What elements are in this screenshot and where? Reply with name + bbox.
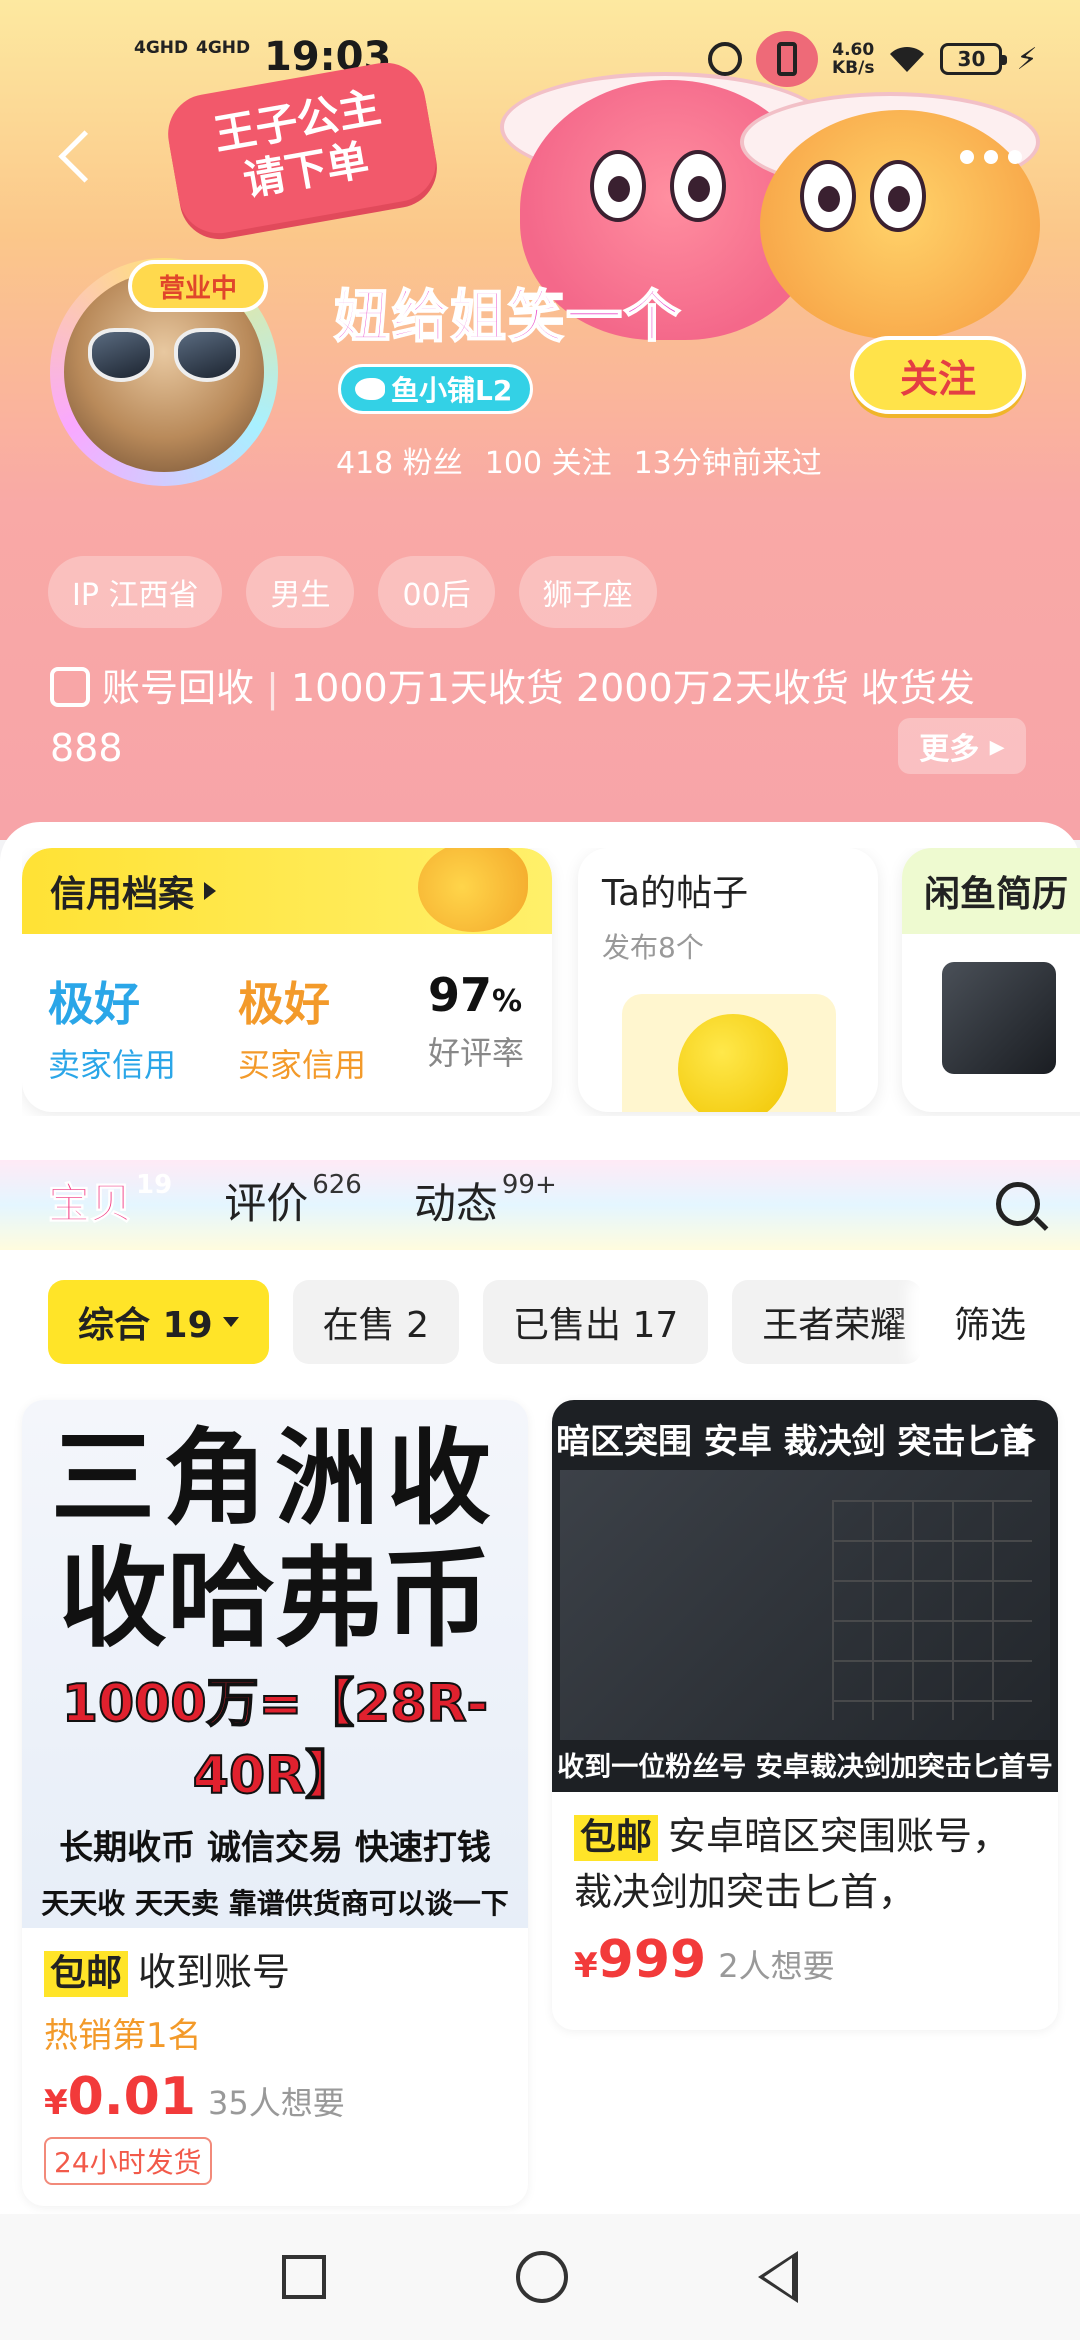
tag-age: 00后 [378, 556, 495, 628]
image-text: 天天收 天天卖 靠谱供货商可以谈一下 [41, 1887, 509, 1920]
play-icon[interactable] [1016, 1428, 1036, 1452]
product-price: ¥0.01 [44, 2067, 196, 2127]
tag-location: IP 江西省 [48, 556, 223, 628]
mascot-eye [590, 150, 646, 222]
buyer-credit-label: 买家信用 [238, 1046, 367, 1084]
search-icon[interactable] [996, 1182, 1040, 1226]
following-count[interactable]: 100 关注 [485, 438, 612, 482]
home-icon[interactable] [516, 2251, 568, 2303]
arrow-right-icon [204, 882, 217, 900]
image-text: 三角洲收 [50, 1417, 499, 1539]
profile-stats: 418 粉丝 100 关注 13分钟前来过 [336, 438, 822, 482]
yellow-mascot-illustration [760, 110, 1040, 340]
info-cards: 信用档案 极好 卖家信用 极好 买家信用 97% 好评率 Ta的帖子 发布8个 … [22, 848, 1080, 1116]
status-bar: 4GHD 4GHD 19:03 4.60 KB/s 30 ⚡ [0, 0, 1080, 110]
network-speed: 4.60 KB/s [832, 40, 875, 78]
signal-indicator-2: 4GHD [196, 38, 251, 58]
positive-rate-label: 好评率 [428, 1034, 525, 1072]
level-label: 鱼小铺L2 [391, 374, 513, 407]
chevron-down-icon [222, 1317, 239, 1327]
positive-rate: 97% [428, 968, 523, 1022]
want-count: 35人想要 [207, 2084, 345, 2122]
filter-chips: 综合 19 在售 2 已售出 17 王者荣耀 [48, 1280, 923, 1364]
product-title: 包邮 收到账号 [44, 1944, 506, 2000]
want-count: 2人想要 [718, 1947, 835, 1985]
fish-mascot-icon [418, 848, 528, 932]
charging-icon: ⚡ [1016, 41, 1038, 77]
planet-icon [622, 994, 836, 1112]
shop-intro: 账号回收 | 1000万1天收货 2000万2天收货 收货发888 [50, 666, 975, 770]
resume-title: 闲鱼简历 [902, 848, 1080, 934]
battery-icon: 30 [940, 43, 1008, 75]
tab-reviews[interactable]: 评价 626 [224, 1170, 362, 1231]
product-card[interactable]: 三角洲收 收哈弗币 1000万=【28R-40R】 长期收币 诚信交易 快速打钱… [22, 1400, 528, 2206]
product-image: 三角洲收 收哈弗币 1000万=【28R-40R】 长期收币 诚信交易 快速打钱… [22, 1400, 528, 1928]
posts-title: Ta的帖子 [602, 873, 749, 914]
recent-apps-icon[interactable] [282, 2255, 326, 2299]
back-icon[interactable] [758, 2251, 798, 2303]
image-text: 收哈弗币 [58, 1537, 491, 1662]
chip-sold[interactable]: 已售出 17 [483, 1280, 709, 1364]
image-text: 1000万=【28R-40R】 [61, 1673, 489, 1807]
mascot-eye [800, 160, 856, 232]
status-badge: 营业中 [128, 260, 268, 312]
wifi-icon [888, 44, 926, 74]
intro-label: 账号回收 [102, 666, 255, 710]
credit-title: 信用档案 [50, 874, 195, 915]
shop-level-badge[interactable]: 鱼小铺L2 [338, 364, 534, 414]
chip-category[interactable]: 王者荣耀 [732, 1280, 923, 1364]
game-inventory-grid [832, 1500, 1032, 1720]
system-nav-bar [0, 2214, 1080, 2340]
product-image: 暗区突围 安卓 裁决剑 突击匕首 收到一位粉丝号 安卓裁决剑加突击匕首号 [552, 1400, 1058, 1792]
seller-credit-label: 卖家信用 [48, 1046, 177, 1084]
more-options-icon[interactable] [960, 150, 1022, 164]
profile-tags: IP 江西省 男生 00后 狮子座 [48, 556, 657, 628]
alarm-icon [708, 42, 742, 76]
filter-button[interactable]: 筛选 [920, 1280, 1080, 1364]
mascot-eye [670, 150, 726, 222]
chip-all[interactable]: 综合 19 [48, 1280, 269, 1364]
tag-gender: 男生 [246, 556, 355, 628]
free-shipping-badge: 包邮 [44, 1951, 129, 1997]
last-seen: 13分钟前来过 [633, 446, 822, 481]
seller-credit-value: 极好 [48, 977, 140, 1031]
posts-card[interactable]: Ta的帖子 发布8个 [578, 848, 878, 1112]
posts-count: 发布8个 [602, 931, 704, 964]
tag-zodiac: 狮子座 [518, 556, 657, 628]
status-icons: 4.60 KB/s 30 ⚡ [708, 31, 1038, 87]
product-price: ¥999 [574, 1930, 707, 1990]
fans-count[interactable]: 418 粉丝 [336, 438, 463, 482]
recycle-icon [50, 667, 90, 707]
follow-button[interactable]: 关注 [850, 336, 1026, 414]
image-text: 暗区突围 安卓 裁决剑 突击匕首 [556, 1422, 1034, 1462]
credit-card[interactable]: 信用档案 极好 卖家信用 极好 买家信用 97% 好评率 [22, 848, 552, 1112]
more-intro-button[interactable]: 更多 ▸ [898, 718, 1026, 774]
content-tabs: 宝贝 19 评价 626 动态 99+ [47, 1170, 557, 1231]
signal-indicator-1: 4GHD [134, 38, 189, 58]
mascot-eye [870, 160, 926, 232]
free-shipping-badge: 包邮 [574, 1815, 659, 1861]
resume-card[interactable]: 闲鱼简历 [902, 848, 1080, 1112]
image-caption: 收到一位粉丝号 安卓裁决剑加突击匕首号 [557, 1752, 1053, 1783]
tab-activity[interactable]: 动态 99+ [414, 1170, 557, 1231]
hot-rank: 热销第1名 [44, 2016, 202, 2056]
service-tag: 24小时发货 [44, 2137, 212, 2185]
back-arrow-icon[interactable] [52, 128, 112, 188]
shop-name: 妞给姐笑一个 [333, 284, 682, 351]
product-card[interactable]: 暗区突围 安卓 裁决剑 突击匕首 收到一位粉丝号 安卓裁决剑加突击匕首号 包邮安… [552, 1400, 1058, 2030]
resume-thumbnail [942, 962, 1056, 1074]
product-title: 包邮 安卓暗区突围账号，裁决剑加突击匕首， [574, 1814, 1011, 1914]
buyer-credit-value: 极好 [238, 977, 330, 1031]
tab-items[interactable]: 宝贝 19 [47, 1170, 172, 1231]
fish-icon [355, 378, 385, 400]
image-text: 长期收币 诚信交易 快速打钱 [59, 1828, 491, 1868]
vibrate-icon [756, 31, 818, 87]
chip-on-sale[interactable]: 在售 2 [292, 1280, 459, 1364]
